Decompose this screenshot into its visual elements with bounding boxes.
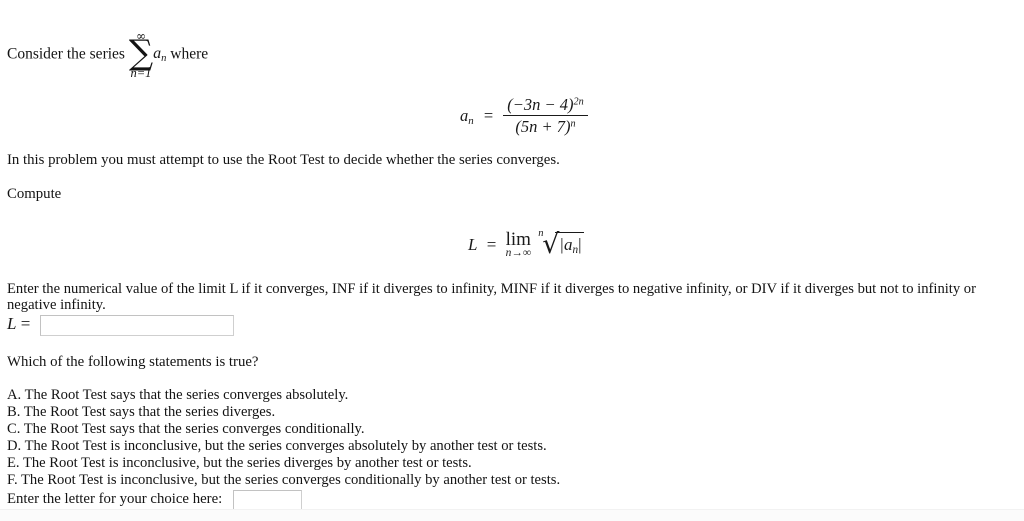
letter-choice-input[interactable]	[233, 490, 302, 510]
summation-notation: ∞ ∑ n=1	[129, 30, 153, 79]
an-denominator: (5n + 7)n	[503, 115, 588, 137]
limit-field-label-equals: =	[20, 314, 31, 333]
limit-lhs: L	[468, 235, 478, 255]
limit-equals-sign: =	[486, 235, 497, 255]
radical-icon: √	[542, 229, 560, 261]
an-numerator-exponent: 2n	[573, 96, 584, 108]
series-term-base: a	[153, 45, 162, 63]
an-denominator-text: (5n + 7)	[515, 117, 571, 137]
compute-label: Compute	[7, 186, 62, 202]
choice-prompt: Which of the following statements is tru…	[7, 354, 259, 370]
radicand-base: |a	[559, 235, 573, 255]
choice-option-c: C. The Root Test says that the series co…	[7, 421, 365, 437]
limit-operator: lim n→∞	[506, 230, 531, 260]
an-definition-display: an = (−3n − 4)2n (5n + 7)n	[460, 95, 588, 137]
an-numerator-text: (−3n − 4)	[507, 95, 574, 114]
root-test-statement: In this problem you must attempt to use …	[7, 152, 560, 168]
an-fraction: (−3n − 4)2n (5n + 7)n	[503, 95, 588, 137]
series-term: an	[153, 45, 167, 65]
series-intro-prefix: Consider the series	[7, 45, 125, 63]
limit-instructions: Enter the numerical value of the limit L…	[7, 281, 976, 314]
root-radicand: |an|	[555, 232, 585, 257]
limit-definition-display: L = lim n→∞ n √ |an|	[468, 228, 585, 261]
letter-field-label: Enter the letter for your choice here:	[7, 491, 223, 507]
series-term-subscript: n	[161, 53, 167, 65]
limit-field-label-var: L	[7, 314, 17, 333]
problem-page: Consider the series ∞ ∑ n=1 an where an …	[0, 0, 1024, 521]
limit-value-input[interactable]	[40, 315, 234, 336]
limit-operator-subscript: n→∞	[505, 247, 532, 260]
summation-lower-limit: n=1	[130, 65, 152, 80]
choice-option-a: A. The Root Test says that the series co…	[7, 387, 349, 403]
summation-sigma-icon: ∑	[128, 33, 154, 73]
an-equals-sign: =	[483, 106, 494, 126]
limit-field-label: L =	[7, 314, 30, 334]
an-denominator-exponent: n	[570, 119, 576, 131]
an-numerator: (−3n − 4)2n	[503, 95, 587, 115]
series-intro-suffix: where	[170, 45, 209, 63]
series-intro-line: Consider the series ∞ ∑ n=1 an where	[7, 30, 208, 79]
nth-root: n √ |an|	[535, 228, 585, 261]
an-lhs-subscript: n	[468, 114, 474, 127]
an-lhs-base: a	[460, 105, 469, 125]
page-bottom-edge	[0, 509, 1024, 521]
choice-option-e: E. The Root Test is inconclusive, but th…	[7, 455, 472, 471]
radicand-close-bar: |	[578, 235, 582, 255]
an-definition-lhs: an	[460, 106, 474, 127]
choice-option-f: F. The Root Test is inconclusive, but th…	[7, 472, 561, 488]
choice-option-d: D. The Root Test is inconclusive, but th…	[7, 438, 547, 454]
choice-option-b: B. The Root Test says that the series di…	[7, 404, 276, 420]
